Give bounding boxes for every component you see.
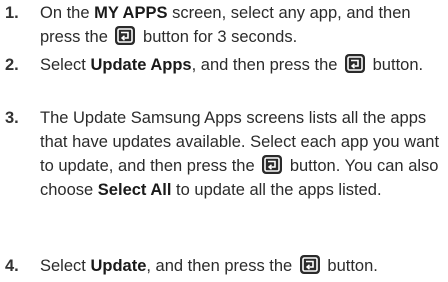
step-text: On the — [40, 4, 95, 22]
step-text: , and then press the — [146, 257, 297, 275]
step-number: 3. — [5, 109, 19, 127]
step-number: 1. — [5, 4, 19, 22]
step-text: , and then press the — [191, 56, 343, 74]
step-bold-term: MY APPS — [94, 4, 168, 22]
step-text: Select — [40, 56, 91, 74]
step-bold-term: Select All — [97, 181, 172, 199]
step-text: button. — [322, 257, 378, 275]
step-number: 2. — [5, 56, 19, 74]
step-bold-term: Update — [90, 257, 147, 275]
enter-button-icon — [115, 26, 136, 45]
step-bold-term: Update Apps — [90, 56, 192, 74]
enter-button-icon — [299, 255, 320, 274]
step-1: 1. On the MY APPS screen, select any app… — [0, 1, 448, 49]
step-2: 2. Select Update Apps, and then press th… — [0, 53, 427, 77]
enter-button-icon — [345, 54, 366, 73]
step-3: 3. The Update Samsung Apps screens lists… — [0, 106, 448, 202]
step-text: Select — [40, 257, 91, 275]
step-text: button for 3 seconds. — [138, 28, 298, 46]
enter-button-icon — [262, 155, 283, 174]
step-4: 4. Select Update, and then press the but… — [0, 254, 382, 278]
step-number: 4. — [5, 257, 19, 275]
step-text: button. — [368, 56, 424, 74]
step-text: to update all the apps listed. — [171, 181, 382, 199]
